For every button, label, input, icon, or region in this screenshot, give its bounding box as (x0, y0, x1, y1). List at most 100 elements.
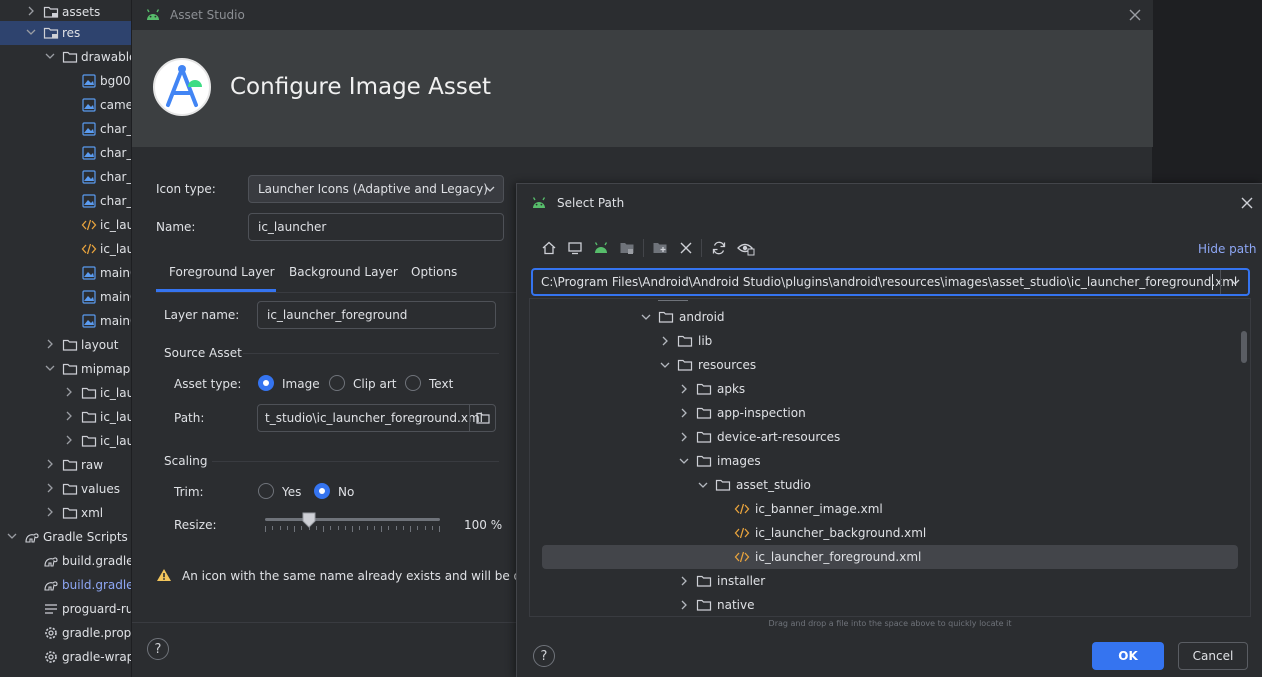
project-tree-item[interactable]: char_i (0, 117, 131, 141)
chevron-right-icon[interactable] (659, 335, 671, 347)
resize-slider[interactable] (265, 510, 440, 536)
chevron-down-icon[interactable] (697, 479, 709, 491)
chevron-right-icon[interactable] (44, 458, 58, 472)
chevron-right-icon[interactable] (678, 431, 690, 443)
file-tree-folder-row[interactable]: images (530, 449, 1238, 473)
project-tree-item[interactable]: main0 (0, 309, 131, 333)
chevron-right-icon[interactable] (63, 386, 77, 400)
help-button[interactable]: ? (147, 638, 169, 660)
file-tree-folder-row[interactable]: asset_studio (530, 473, 1238, 497)
path-field[interactable]: C:\Program Files\Android\Android Studio\… (531, 268, 1250, 296)
ok-button[interactable]: OK (1092, 642, 1164, 670)
android-project-icon[interactable] (593, 240, 609, 256)
project-tree-item[interactable]: values (0, 477, 131, 501)
project-tree-item[interactable]: ic_laun (0, 405, 131, 429)
tab-foreground-layer[interactable]: Foreground Layer (169, 265, 275, 279)
chevron-down-icon[interactable] (1220, 270, 1248, 294)
asset-type-text-radio[interactable] (405, 375, 421, 391)
project-tree-item[interactable]: char_i (0, 189, 131, 213)
project-tree-item[interactable]: res (0, 21, 131, 45)
chevron-right-icon[interactable] (44, 506, 58, 520)
file-tree-folder-row[interactable]: resources (530, 353, 1238, 377)
trim-yes-radio[interactable] (258, 483, 274, 499)
chevron-right-icon[interactable] (25, 5, 39, 19)
project-tree-item[interactable]: raw (0, 453, 131, 477)
project-tree-item[interactable]: char_i (0, 141, 131, 165)
project-tree-item[interactable]: xml (0, 501, 131, 525)
scrollbar-thumb[interactable] (1241, 331, 1247, 363)
chevron-down-icon[interactable] (44, 50, 58, 64)
project-tree-item[interactable]: camer (0, 93, 131, 117)
help-button[interactable]: ? (533, 645, 555, 667)
chevron-right-icon[interactable] (678, 383, 690, 395)
asset-type-clipart-radio[interactable] (329, 375, 345, 391)
project-tree-item[interactable]: bg000 (0, 69, 131, 93)
desktop-icon[interactable] (567, 240, 583, 256)
tab-options[interactable]: Options (411, 265, 457, 279)
chevron-down-icon[interactable] (6, 530, 20, 544)
new-folder-icon[interactable] (652, 240, 668, 256)
file-tree-file-row[interactable]: ic_launcher_foreground.xml (542, 545, 1238, 569)
chevron-down-icon[interactable] (44, 362, 58, 376)
module-icon[interactable] (619, 240, 635, 256)
slider-thumb[interactable] (302, 512, 316, 528)
cancel-button[interactable]: Cancel (1178, 642, 1248, 670)
hide-path-link[interactable]: Hide path (1198, 242, 1256, 256)
tab-background-layer[interactable]: Background Layer (289, 265, 398, 279)
chevron-down-icon[interactable] (659, 359, 671, 371)
chevron-right-icon[interactable] (44, 338, 58, 352)
project-tree-item[interactable]: build.gradle.k (0, 573, 131, 597)
project-tree-item[interactable]: main0 (0, 261, 131, 285)
file-tree-folder-row[interactable]: app-inspection (530, 401, 1238, 425)
chevron-right-icon[interactable] (678, 599, 690, 611)
page-title: Configure Image Asset (230, 74, 491, 100)
project-tree-item[interactable]: proguard-rule (0, 597, 131, 621)
file-tree-folder-row[interactable]: apks (530, 377, 1238, 401)
file-tree-folder-row[interactable]: installer (530, 569, 1238, 593)
chevron-down-icon[interactable] (25, 26, 39, 40)
file-tree-folder-row[interactable]: lib (530, 329, 1238, 353)
project-tree-item[interactable]: layout (0, 333, 131, 357)
chevron-right-icon[interactable] (63, 434, 77, 448)
chevron-right-icon[interactable] (678, 407, 690, 419)
chevron-right-icon[interactable] (63, 410, 77, 424)
trim-no-radio[interactable] (314, 483, 330, 499)
folder-browse-icon[interactable] (469, 405, 495, 431)
folder-icon (696, 381, 712, 397)
chevron-down-icon[interactable] (640, 311, 652, 323)
project-tree-item[interactable]: main0 (0, 285, 131, 309)
project-tree-item[interactable]: char_i (0, 165, 131, 189)
project-tree-item[interactable]: drawable (0, 45, 131, 69)
project-tree-item[interactable]: gradle.proper (0, 621, 131, 645)
name-input[interactable]: ic_launcher (248, 213, 504, 241)
chevron-right-icon[interactable] (44, 482, 58, 496)
folder-resource-icon (43, 25, 59, 41)
project-tree-item[interactable]: ic_laun (0, 381, 131, 405)
chevron-down-icon[interactable] (678, 455, 690, 467)
project-tree-item[interactable]: gradle-wrapp (0, 645, 131, 669)
project-tree-item[interactable]: ic_laun (0, 237, 131, 261)
project-tree-item[interactable]: ic_laun (0, 213, 131, 237)
project-tree-item[interactable]: Gradle Scripts (0, 525, 131, 549)
refresh-icon[interactable] (711, 240, 727, 256)
file-tree-file-row[interactable]: ic_launcher_background.xml (530, 521, 1238, 545)
file-tree-folder-row[interactable]: native (530, 593, 1238, 616)
file-tree-file-row[interactable]: ic_banner_image.xml (530, 497, 1238, 521)
home-icon[interactable] (541, 240, 557, 256)
file-tree[interactable]: android lib resources apks app-inspection dev… (529, 298, 1251, 617)
path-input[interactable]: t_studio\ic_launcher_foreground.xml (257, 404, 496, 432)
close-icon[interactable] (1128, 8, 1142, 22)
chevron-right-icon[interactable] (678, 575, 690, 587)
project-tree-item[interactable]: mipmap (0, 357, 131, 381)
asset-type-image-radio[interactable] (258, 375, 274, 391)
icon-type-select[interactable]: Launcher Icons (Adaptive and Legacy) (248, 175, 504, 203)
file-tree-folder-row[interactable]: android (530, 305, 1238, 329)
file-tree-folder-row[interactable]: device-art-resources (530, 425, 1238, 449)
close-icon[interactable] (1240, 196, 1254, 210)
project-tree-item[interactable]: build.gradle.k (0, 549, 131, 573)
delete-icon[interactable] (678, 240, 694, 256)
project-tree-item[interactable]: ic_laun (0, 429, 131, 453)
layer-name-input[interactable]: ic_launcher_foreground (257, 301, 496, 329)
show-hidden-icon[interactable] (737, 240, 755, 256)
